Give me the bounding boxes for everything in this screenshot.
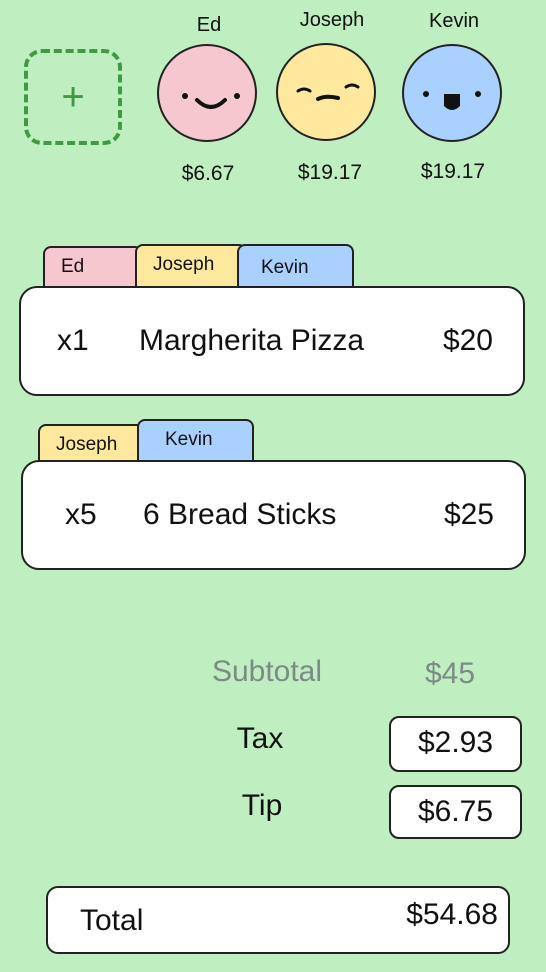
item-card[interactable]: x1 Margherita Pizza $20 bbox=[19, 286, 525, 396]
plus-icon: + bbox=[61, 75, 85, 119]
tongue-face-icon bbox=[423, 91, 481, 110]
item-card[interactable]: x5 6 Bread Sticks $25 bbox=[21, 460, 526, 570]
avatar-joseph[interactable] bbox=[276, 43, 376, 141]
item-2-tab-kevin[interactable]: Kevin bbox=[137, 419, 254, 461]
subtotal-value: $45 bbox=[424, 657, 476, 690]
item-quantity[interactable]: x1 bbox=[57, 324, 89, 358]
item-name[interactable]: 6 Bread Sticks bbox=[143, 498, 336, 532]
smiley-face-icon bbox=[182, 93, 240, 109]
avatar-ed[interactable] bbox=[157, 44, 257, 142]
add-person-button[interactable]: + bbox=[24, 49, 122, 145]
item-price[interactable]: $25 bbox=[444, 498, 494, 532]
person-amount-ed: $6.67 bbox=[181, 162, 235, 185]
tip-input[interactable]: $6.75 bbox=[389, 785, 522, 839]
item-1-tab-joseph[interactable]: Joseph bbox=[135, 244, 247, 286]
total-label: Total bbox=[80, 904, 144, 937]
subtotal-label: Subtotal bbox=[211, 655, 323, 688]
item-name[interactable]: Margherita Pizza bbox=[139, 324, 364, 358]
item-1-tab-kevin[interactable]: Kevin bbox=[237, 244, 354, 286]
person-amount-kevin: $19.17 bbox=[420, 160, 486, 183]
item-1-tab-ed[interactable]: Ed bbox=[43, 246, 143, 288]
tax-input[interactable]: $2.93 bbox=[389, 716, 522, 772]
person-name-joseph: Joseph bbox=[299, 9, 365, 31]
tax-label: Tax bbox=[236, 722, 284, 755]
item-price[interactable]: $20 bbox=[443, 324, 493, 358]
item-quantity[interactable]: x5 bbox=[65, 498, 97, 532]
total-bar: Total $54.68 bbox=[46, 886, 510, 954]
person-name-ed: Ed bbox=[196, 14, 222, 36]
avatar-kevin[interactable] bbox=[402, 44, 502, 142]
person-amount-joseph: $19.17 bbox=[297, 161, 363, 184]
tip-label: Tip bbox=[241, 789, 283, 822]
person-name-kevin: Kevin bbox=[428, 10, 480, 32]
content-face-icon bbox=[296, 83, 360, 101]
total-value: $54.68 bbox=[406, 898, 498, 931]
